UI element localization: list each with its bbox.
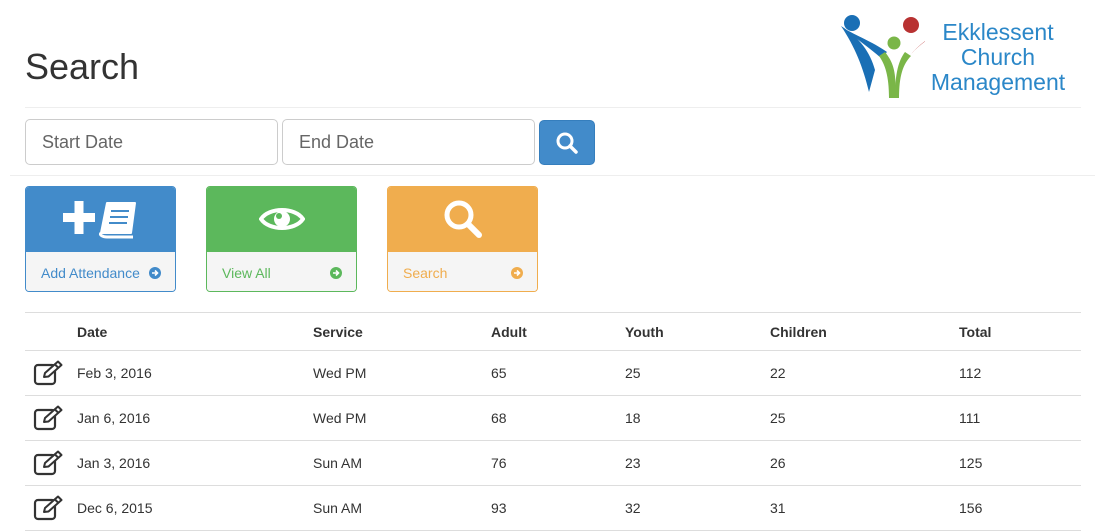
- arrow-circle-right-icon: [149, 266, 161, 279]
- column-header-youth[interactable]: Youth: [625, 312, 770, 351]
- cell-total: 125: [959, 440, 1081, 486]
- tile-footer: Add Attendance: [26, 251, 175, 291]
- cell-date: Dec 6, 2015: [77, 485, 313, 531]
- edit-icon[interactable]: [33, 450, 63, 476]
- cell-children: 25: [770, 395, 959, 441]
- edit-icon[interactable]: [33, 360, 63, 386]
- cell-service: Sun AM: [313, 485, 491, 531]
- edit-icon[interactable]: [33, 495, 63, 521]
- attendance-table: Date Service Adult Youth Children Total …: [25, 312, 1081, 531]
- logo-text: Ekklessent Church Management: [923, 20, 1073, 95]
- tile-label: Add Attendance: [41, 264, 140, 281]
- tile-footer: View All: [207, 251, 356, 291]
- column-header-children[interactable]: Children: [770, 312, 959, 351]
- cell-children: 22: [770, 350, 959, 396]
- cell-adult: 65: [491, 350, 625, 396]
- tile-icon-area: [388, 187, 537, 251]
- column-header-edit: [25, 312, 77, 351]
- edit-cell[interactable]: [25, 485, 77, 531]
- column-header-total[interactable]: Total: [959, 312, 1081, 351]
- cell-adult: 68: [491, 395, 625, 441]
- tile-footer: Search: [388, 251, 537, 291]
- cell-children: 31: [770, 485, 959, 531]
- table-row[interactable]: Feb 3, 2016 Wed PM 65 25 22 112: [25, 350, 1081, 396]
- edit-cell[interactable]: [25, 440, 77, 486]
- view-all-tile[interactable]: View All: [206, 186, 357, 292]
- end-date-input[interactable]: [282, 119, 535, 165]
- search-icon: [444, 200, 482, 238]
- church-logo[interactable]: Ekklessent Church Management: [815, 12, 1075, 102]
- arrow-circle-right-icon: [511, 266, 523, 279]
- cell-date: Feb 3, 2016: [77, 350, 313, 396]
- cell-youth: 23: [625, 440, 770, 486]
- search-tile[interactable]: Search: [387, 186, 538, 292]
- tile-icon-area: [207, 187, 356, 251]
- cell-youth: 25: [625, 350, 770, 396]
- tile-label: Search: [403, 264, 448, 281]
- search-button[interactable]: [539, 120, 595, 165]
- plus-book-icon: [62, 201, 136, 239]
- tile-label: View All: [222, 264, 271, 281]
- start-date-input[interactable]: [25, 119, 278, 165]
- page-title: Search: [25, 46, 140, 87]
- cell-service: Wed PM: [313, 350, 491, 396]
- table-row[interactable]: Dec 6, 2015 Sun AM 93 32 31 156: [25, 485, 1081, 531]
- page-header: Search Ekklessent Church Management: [25, 0, 1081, 108]
- logo-line-2: Church: [960, 44, 1036, 70]
- add-attendance-tile[interactable]: Add Attendance: [25, 186, 176, 292]
- arrow-circle-right-icon: [330, 266, 342, 279]
- cell-service: Sun AM: [313, 440, 491, 486]
- logo-line-3: Management: [930, 69, 1066, 95]
- cell-youth: 32: [625, 485, 770, 531]
- edit-icon[interactable]: [33, 405, 63, 431]
- cell-adult: 93: [491, 485, 625, 531]
- cell-adult: 76: [491, 440, 625, 486]
- table-row[interactable]: Jan 3, 2016 Sun AM 76 23 26 125: [25, 440, 1081, 486]
- section-divider: [10, 175, 1095, 176]
- column-header-adult[interactable]: Adult: [491, 312, 625, 351]
- edit-cell[interactable]: [25, 350, 77, 396]
- tile-icon-area: [26, 187, 175, 251]
- cell-total: 111: [959, 395, 1081, 441]
- cell-date: Jan 6, 2016: [77, 395, 313, 441]
- table-row[interactable]: Jan 6, 2016 Wed PM 68 18 25 111: [25, 395, 1081, 441]
- eye-icon: [258, 208, 305, 230]
- date-search-form: [25, 119, 625, 165]
- edit-cell[interactable]: [25, 395, 77, 441]
- column-header-date[interactable]: Date: [77, 312, 313, 351]
- logo-line-1: Ekklessent: [942, 19, 1054, 45]
- cell-service: Wed PM: [313, 395, 491, 441]
- cell-total: 112: [959, 350, 1081, 396]
- column-header-service[interactable]: Service: [313, 312, 491, 351]
- cell-youth: 18: [625, 395, 770, 441]
- table-header-row: Date Service Adult Youth Children Total: [25, 312, 1081, 351]
- people-logo-icon: [841, 15, 925, 98]
- search-icon: [556, 132, 578, 154]
- cell-total: 156: [959, 485, 1081, 531]
- cell-children: 26: [770, 440, 959, 486]
- cell-date: Jan 3, 2016: [77, 440, 313, 486]
